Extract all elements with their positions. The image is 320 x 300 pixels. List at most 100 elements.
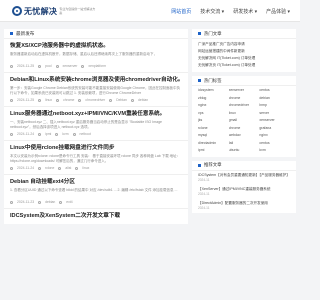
post-excerpt: 服务器重新启动后在虚拟机断开，数据存储、重启以后还得继续再次上了服务器的重新启动…	[10, 52, 157, 56]
post-tag[interactable]: ipmi	[45, 132, 51, 136]
post-title[interactable]: Linux服务器通过netboot.xyz+IPMI/VNC/KVM重装任意系统…	[10, 110, 182, 118]
sidebar: 热门文章 广深产品推广页广告内容申请 网站运营搭建的中间件新更新 无忧解决网 I…	[192, 29, 296, 217]
recommended-posts-card: 推荐文章 IDCSystem【对有会员重要通知更新】【产品服务器维护】 2024…	[192, 160, 296, 213]
section-marker-icon	[10, 32, 13, 35]
tag-icon	[78, 98, 82, 102]
post-tag[interactable]: rclone	[45, 166, 54, 170]
hot-post-link[interactable]: 广深产品推广页广告内容申请	[192, 41, 296, 48]
post-title[interactable]: Debian 自动挂载ext4分区	[10, 178, 182, 186]
hot-post-link[interactable]: 网站运营搭建的中间件新更新	[192, 48, 296, 55]
post-title[interactable]: Linux中使用rclone挂载网盘进行文件同步	[10, 144, 182, 152]
post-tag[interactable]: kvm	[62, 132, 68, 136]
section-marker-icon	[198, 163, 201, 167]
tag-link[interactable]: server	[259, 110, 290, 118]
rec-post[interactable]: 【XenServer】通过IPMI/VNC重装服务器系统 2024-11	[192, 185, 296, 199]
tag-link[interactable]: directadmin	[198, 140, 229, 148]
tag-link[interactable]: ubuntu	[229, 147, 260, 155]
post-title[interactable]: IDCSystem及XenSystem二次开发文章下载	[10, 212, 182, 220]
post-tag[interactable]: netboot	[80, 132, 91, 136]
post-title[interactable]: 恢复XS/XCP池服务器中的虚拟机状态。	[10, 42, 182, 50]
hot-post-link[interactable]: 无忧解决页 IT(Ticket.com) 订单处理	[192, 62, 296, 69]
latest-section-title: 最新发布	[16, 30, 35, 36]
post-tag[interactable]: chrome	[63, 98, 74, 102]
nav-tech-talk[interactable]: 技术交流 ▾	[200, 8, 224, 15]
tag-link[interactable]: grafana	[259, 125, 290, 133]
rec-post-title[interactable]: IDCSystem【对有会员重要通知更新】【产品服务器维护】	[198, 173, 290, 178]
tag-link[interactable]: ipmi	[198, 147, 229, 155]
post-tag[interactable]: ext4	[66, 200, 72, 204]
tag-link[interactable]: chromedriver	[229, 102, 260, 110]
section-marker-icon	[198, 79, 201, 82]
tag-link[interactable]: xenserver	[229, 87, 260, 95]
tag-link[interactable]: jks	[198, 117, 229, 125]
tag-icon	[130, 98, 134, 102]
rec-section-header: 推荐文章	[192, 161, 296, 171]
tag-link[interactable]: nginx	[259, 132, 290, 140]
nav-products[interactable]: 产品体验 ▾	[266, 8, 290, 15]
post-tag[interactable]: xenplatform	[88, 64, 106, 68]
post-tag[interactable]: alist	[65, 166, 71, 170]
tag-icon	[109, 98, 113, 102]
tag-link[interactable]: xenserver	[259, 117, 290, 125]
main-column: 最新发布 恢复XS/XCP池服务器中的虚拟机状态。 服务器重新启动后在虚拟机断开…	[0, 29, 190, 224]
site-logo[interactable]: 无忧解决 专业为您提供一站式解决方案	[12, 5, 95, 17]
post-meta: 2024-11-25 pool xenserver xenplatform	[10, 64, 182, 68]
post-item: Debian和Linux系统安装chrome浏览器及使用chromedriver…	[4, 73, 188, 107]
tag-link[interactable]: vps	[198, 110, 229, 118]
logo-text: 无忧解决	[24, 6, 58, 16]
tag-link[interactable]: chrome	[229, 95, 260, 103]
tag-link[interactable]: linux	[229, 110, 260, 118]
tag-link[interactable]: gmail	[229, 117, 260, 125]
tag-link[interactable]: debian	[259, 95, 290, 103]
tag-link[interactable]: fail	[229, 140, 260, 148]
tag-link[interactable]: centos	[259, 87, 290, 95]
tags-section-title: 热门标签	[204, 77, 222, 83]
tag-icon	[38, 64, 42, 68]
tag-icon	[58, 166, 62, 170]
post-tag[interactable]: linux	[45, 98, 52, 102]
post-tag[interactable]: chromedriver	[85, 98, 105, 102]
tag-link[interactable]: webdav	[229, 132, 260, 140]
tag-link[interactable]: kvm	[259, 147, 290, 155]
clock-icon	[10, 200, 13, 204]
hot-tags-card: 热门标签 idcsystem xenserver centos zblog ch…	[192, 76, 296, 157]
post-tag[interactable]: linux	[82, 166, 89, 170]
tag-icon	[38, 166, 42, 170]
tag-icon	[38, 200, 42, 204]
tag-cloud: idcsystem xenserver centos zblog chrome …	[192, 86, 296, 157]
post-tag[interactable]: xenserver	[63, 64, 78, 68]
post-excerpt: 1. 查看分区UUID 通过以下命令查看 blkid 的结果中 对应 /dev/…	[10, 188, 178, 192]
clock-icon	[10, 132, 13, 136]
post-date: 2024-11-23	[17, 200, 35, 204]
nav-dev-tech[interactable]: 研发技术 ▾	[233, 8, 257, 15]
hot-posts-card: 热门文章 广深产品推广页广告内容申请 网站运营搭建的中间件新更新 无忧解决网 I…	[192, 29, 296, 72]
tag-link[interactable]: lnmp	[259, 102, 290, 110]
post-item: Linux服务器通过netboot.xyz+IPMI/VNC/KVM重装任意系统…	[4, 107, 188, 141]
rec-post[interactable]: IDCSystem【对有会员重要通知更新】【产品服务器维护】 2024-11	[192, 171, 296, 185]
post-meta: 2024-11-23 debian ext4	[10, 200, 182, 204]
tag-link[interactable]: idcsystem	[198, 87, 229, 95]
tag-link[interactable]: zblog	[198, 95, 229, 103]
tag-link[interactable]: centos	[259, 140, 290, 148]
tag-icon	[38, 98, 42, 102]
post-tag[interactable]: debian	[138, 98, 148, 102]
rec-post[interactable]: 【DirectAdmin】配置服务器的二次开发使用 2024-11	[192, 199, 296, 213]
post-tag[interactable]: Debian	[116, 98, 127, 102]
post-date: 2024-11-25	[17, 98, 35, 102]
tag-icon	[56, 98, 60, 102]
tags-section-header: 热门标签	[192, 76, 296, 86]
tag-icon	[72, 132, 76, 136]
tag-link[interactable]: chrome	[229, 125, 260, 133]
post-title[interactable]: Debian和Linux系统安装chrome浏览器及使用chromedriver…	[10, 76, 182, 84]
hot-section-title: 热门文章	[204, 30, 222, 36]
tag-icon	[59, 200, 63, 204]
tag-link[interactable]: nginx	[198, 102, 229, 110]
hot-post-link[interactable]: 无忧解决网 IT(Ticket.com) 订单处理	[192, 55, 296, 62]
tag-link[interactable]: rclone	[198, 125, 229, 133]
post-tag[interactable]: pool	[45, 64, 51, 68]
tag-icon	[55, 132, 59, 136]
post-tag[interactable]: debian	[45, 200, 55, 204]
nav-home[interactable]: 网站首页	[171, 8, 191, 15]
rec-section-title: 推荐文章	[204, 162, 222, 167]
tag-link[interactable]: mysql	[198, 132, 229, 140]
